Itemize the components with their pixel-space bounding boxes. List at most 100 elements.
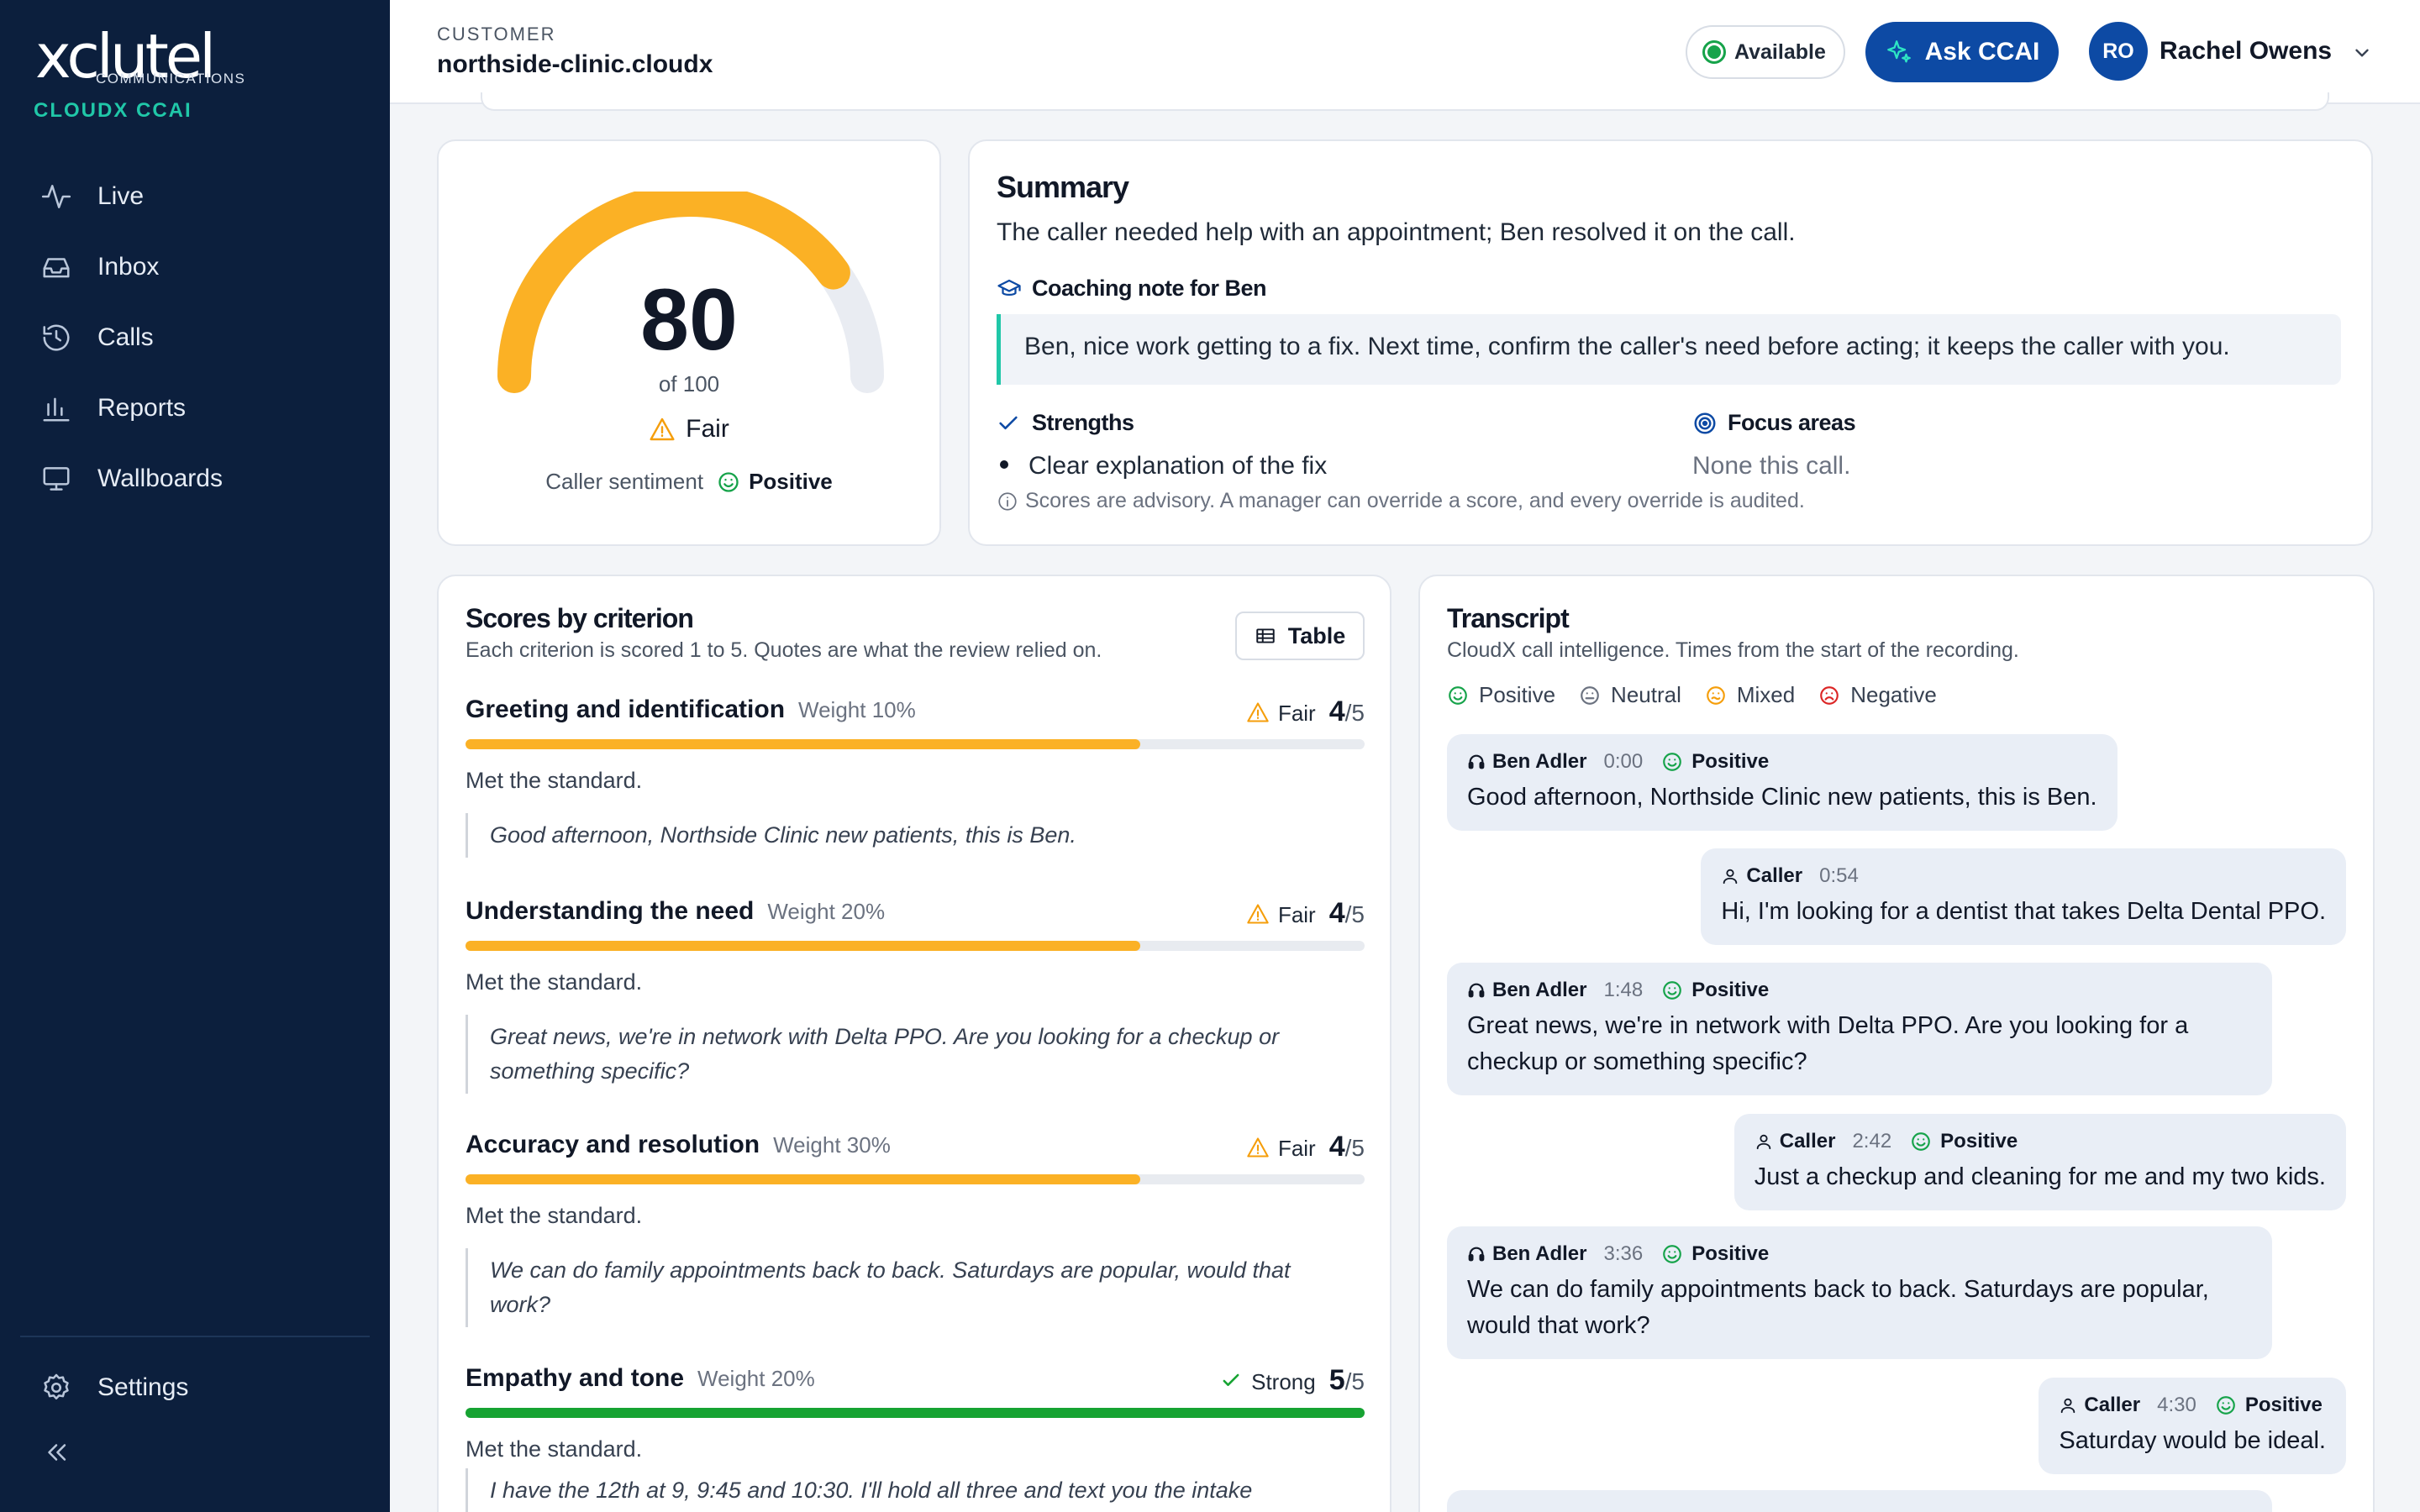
criterion-bar xyxy=(466,739,1365,749)
criterion-bar-fill xyxy=(466,739,1140,749)
transcript-message-caller[interactable]: Caller 4:30 Positive Saturday would be i… xyxy=(2039,1378,2346,1474)
criterion-weight: Weight 10% xyxy=(798,697,916,722)
advisory-text: Scores are advisory. A manager can overr… xyxy=(1025,489,1805,512)
collapse-sidebar-icon[interactable] xyxy=(40,1438,72,1467)
smile-icon xyxy=(1912,1132,1931,1151)
criterion-weight: Weight 30% xyxy=(773,1132,891,1158)
table-label: Table xyxy=(1287,622,1346,648)
bar-chart-icon xyxy=(43,397,70,422)
summary-title: Summary xyxy=(997,170,1129,204)
check-icon xyxy=(999,416,1018,429)
criterion-weight: Weight 20% xyxy=(697,1366,815,1391)
sentiment-value: Positive xyxy=(749,469,833,494)
timestamp: 0:00 xyxy=(1603,750,1644,773)
transcript-title: Transcript xyxy=(1447,603,1570,633)
user-name[interactable]: Rachel Owens xyxy=(2160,37,2332,66)
criterion-bar xyxy=(466,1174,1365,1184)
user-icon xyxy=(1756,1134,1770,1150)
legend-neutral: Neutral xyxy=(1579,682,1681,708)
transcript-message-agent[interactable]: Ben Adler 1:48 Positive Great news, we'r… xyxy=(1447,963,2272,1095)
sidebar-divider xyxy=(20,1336,370,1337)
timestamp: 2:42 xyxy=(1852,1130,1892,1152)
criterion-name: Accuracy and resolution Weight 30% xyxy=(466,1131,891,1158)
message-text: Saturday would be ideal. xyxy=(2059,1427,2326,1454)
chevron-down-icon[interactable] xyxy=(2351,42,2373,64)
check-icon xyxy=(1223,1373,1239,1386)
timestamp: 4:30 xyxy=(2157,1394,2196,1416)
criterion-name: Greeting and identification Weight 10% xyxy=(466,696,916,723)
message-text: Just a checkup and cleaning for me and m… xyxy=(1754,1163,2326,1190)
criterion-name: Empathy and tone Weight 20% xyxy=(466,1364,815,1392)
criterion-score-value: 5 xyxy=(1328,1364,1345,1396)
neutral-face-icon xyxy=(1581,685,1599,705)
customer-name[interactable]: northside-clinic.cloudx xyxy=(437,50,713,79)
legend-label: Positive xyxy=(1479,682,1556,707)
sidebar: xclutel COMMUNICATIONS CLOUDX CCAI Live … xyxy=(0,0,390,1512)
summary-text: The caller needed help with an appointme… xyxy=(997,218,1796,246)
status-label: Available xyxy=(1734,39,1826,64)
coaching-title: Coaching note for Ben xyxy=(1032,276,1267,301)
criterion-score-value: 4 xyxy=(1328,897,1345,929)
timestamp: 3:36 xyxy=(1603,1242,1644,1265)
ask-ccai-button[interactable]: Ask CCAI xyxy=(1865,22,2059,82)
legend-label: Negative xyxy=(1850,682,1937,707)
settings-section: Settings xyxy=(20,1352,370,1423)
product-name: CLOUDX CCAI xyxy=(34,99,192,122)
headset-icon xyxy=(1468,983,1485,998)
table-view-button[interactable]: Table xyxy=(1235,612,1365,660)
avatar[interactable]: RO xyxy=(2089,22,2148,81)
warning-icon xyxy=(1247,903,1269,924)
score-card: 80 of 100 Fair Caller sentiment Positive xyxy=(437,139,941,546)
criterion-result: Met the standard. xyxy=(466,1203,643,1228)
availability-status-button[interactable]: Available xyxy=(1686,25,1845,79)
brand-logo[interactable]: xclutel COMMUNICATIONS xyxy=(35,26,245,87)
timestamp: 1:48 xyxy=(1603,979,1644,1001)
scores-title: Scores by criterion xyxy=(466,603,694,633)
nav-item-live[interactable]: Live xyxy=(20,161,370,232)
scores-card: Scores by criterion Each criterion is sc… xyxy=(437,575,1392,1512)
transcript-message-agent[interactable] xyxy=(1447,1490,2272,1512)
status-dot-icon xyxy=(1702,40,1726,64)
inbox-icon xyxy=(43,258,70,278)
graduation-cap-icon xyxy=(997,279,1021,296)
nav-item-inbox[interactable]: Inbox xyxy=(20,232,370,302)
message-sentiment: Positive xyxy=(1661,750,1769,774)
sparkle-icon xyxy=(1886,40,1911,63)
transcript-message-caller[interactable]: Caller 0:54 Hi, I'm looking for a dentis… xyxy=(1701,848,2346,945)
previous-card-edge xyxy=(481,92,2329,111)
speaker: Caller xyxy=(2059,1394,2140,1417)
message-text: Hi, I'm looking for a dentist that takes… xyxy=(1721,898,2326,925)
nav-item-settings[interactable]: Settings xyxy=(20,1352,370,1423)
smile-icon xyxy=(1663,1245,1682,1263)
user-icon xyxy=(2061,1398,2075,1414)
focus-text: None this call. xyxy=(1692,452,1851,480)
nav-label: Reports xyxy=(97,394,187,422)
speaker: Ben Adler xyxy=(1467,750,1586,774)
transcript-message-caller[interactable]: Caller 2:42 Positive Just a checkup and … xyxy=(1733,1114,2346,1210)
legend-label: Neutral xyxy=(1611,682,1681,707)
pulse-icon xyxy=(41,185,71,208)
legend-negative: Negative xyxy=(1818,682,1937,708)
criterion-rating: Fair xyxy=(1277,902,1316,927)
nav-item-calls[interactable]: Calls xyxy=(20,302,370,373)
legend-label: Mixed xyxy=(1736,682,1796,707)
criterion-bar-fill xyxy=(466,1408,1365,1418)
nav-item-wallboards[interactable]: Wallboards xyxy=(20,444,370,514)
nav-label: Calls xyxy=(97,323,154,351)
criterion-score-value: 4 xyxy=(1328,696,1345,727)
focus-heading: Focus areas xyxy=(1692,410,1856,436)
criterion-bar xyxy=(466,941,1365,951)
criterion-score: Fair 4/5 xyxy=(1246,897,1365,930)
timestamp: 0:54 xyxy=(1819,864,1859,887)
transcript-message-agent[interactable]: Ben Adler 0:00 Positive Good afternoon, … xyxy=(1447,734,2118,831)
coaching-heading: Coaching note for Ben xyxy=(997,276,1267,302)
criterion-name: Understanding the need Weight 20% xyxy=(466,897,886,925)
transcript-card: Transcript CloudX call intelligence. Tim… xyxy=(1418,575,2375,1512)
transcript-message-agent[interactable]: Ben Adler 3:36 Positive We can do family… xyxy=(1447,1226,2272,1359)
nav-label: Settings xyxy=(97,1373,189,1401)
coaching-note: Ben, nice work getting to a fix. Next ti… xyxy=(997,314,2341,385)
nav-item-reports[interactable]: Reports xyxy=(20,373,370,444)
speaker: Caller xyxy=(1754,1130,1835,1153)
criterion-row: Empathy and tone Weight 20% Strong 5/5 Me… xyxy=(466,1364,1365,1512)
message-sentiment: Positive xyxy=(2215,1394,2323,1417)
